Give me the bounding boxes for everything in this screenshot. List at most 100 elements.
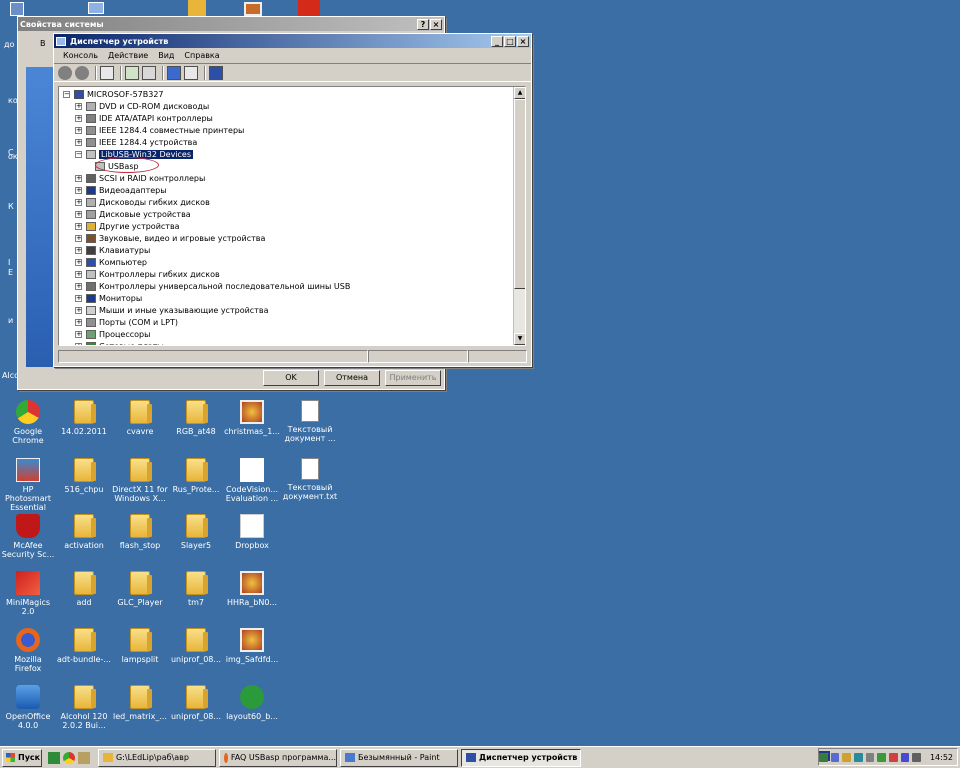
ok-button[interactable]: OK [263,370,319,386]
desktop-icon[interactable]: McAfee Security Sc... [0,514,56,559]
tree-root[interactable]: − MICROSOF-57B327 [63,88,525,100]
desktop-icon[interactable]: OpenOffice 4.0.0 [0,685,56,730]
expand-toggle[interactable]: + [75,186,82,194]
menu-action[interactable]: Действие [103,51,153,60]
expand-toggle[interactable]: + [75,102,82,110]
tree-category-item[interactable]: + Компьютер [63,256,525,268]
desktop-icon[interactable]: img_Safdfd... [224,628,280,664]
collapse-toggle[interactable]: − [63,90,70,98]
tree-category-item[interactable]: + Звуковые, видео и игровые устройства [63,232,525,244]
device-tree[interactable]: − MICROSOF-57B327 + DVD и CD-ROM дисководы +… [58,86,526,346]
desktop-icon[interactable]: Google Chrome [0,400,56,445]
desktop-icon[interactable]: lampsplit [112,628,168,664]
desktop-icon[interactable]: MiniMagics 2.0 [0,571,56,616]
tree-category-item[interactable]: + SCSI и RAID контроллеры [63,172,525,184]
expand-toggle[interactable]: + [75,258,82,266]
tree-category-item[interactable]: + Дисководы гибких дисков [63,196,525,208]
desktop-icon[interactable]: CodeVision... Evaluation ... [224,458,280,503]
desktop-icon[interactable]: uniprof_08... [168,628,224,664]
tree-category-item[interactable]: + Контроллеры гибких дисков [63,268,525,280]
desktop-icon[interactable]: HP Photosmart Essential [0,458,56,512]
tree-category-item[interactable]: + Процессоры [63,328,525,340]
tray-icon[interactable] [865,752,875,762]
desktop-icon[interactable]: cvavre [112,400,168,436]
tree-category-item[interactable]: + DVD и CD-ROM дисководы [63,100,525,112]
tray-icon[interactable] [877,752,886,762]
desktop-icon[interactable]: Dropbox [224,514,280,550]
tree-category-item[interactable]: + IEEE 1284.4 устройства [63,136,525,148]
back-icon[interactable] [58,65,72,80]
vertical-scrollbar[interactable]: ▲ ▼ [513,87,525,345]
expand-toggle[interactable]: + [75,138,82,146]
expand-toggle[interactable]: + [75,222,82,230]
desktop-icon[interactable]: 516_chpu [56,458,112,494]
scan-hardware-icon[interactable] [209,65,223,80]
desktop-icon[interactable]: DirectX 11 for Windows X... [112,458,168,503]
close-button[interactable]: × [517,35,529,47]
expand-toggle[interactable]: + [75,318,82,326]
quicklaunch-icon[interactable] [48,751,60,764]
expand-toggle[interactable]: + [75,282,82,290]
tree-category-item[interactable]: + Порты (COM и LPT) [63,316,525,328]
properties-icon[interactable] [125,65,139,80]
minimize-button[interactable]: _ [491,35,503,47]
help-button[interactable]: ? [417,18,429,30]
expand-toggle[interactable]: + [75,126,82,134]
top-edge-image-icon[interactable] [244,2,262,16]
expand-toggle[interactable]: + [75,174,82,182]
tree-category-item[interactable]: + Клавиатуры [63,244,525,256]
task-explorer[interactable]: G:\LEdLip\раб\авр [98,748,216,767]
expand-toggle[interactable]: + [75,306,82,314]
top-edge-monitor-icon[interactable] [88,2,104,14]
desktop-icon[interactable]: flash_stop [112,514,168,550]
desktop-icon[interactable]: 14.02.2011 [56,400,112,436]
scroll-thumb[interactable] [514,99,525,289]
tree-category-item[interactable]: + Мониторы [63,292,525,304]
details-icon[interactable] [184,65,198,80]
expand-toggle[interactable]: + [75,246,82,254]
top-edge-icon[interactable] [10,2,24,16]
desktop-icon[interactable]: Текстовый документ.txt [282,458,338,501]
expand-toggle[interactable]: + [75,342,82,345]
expand-toggle[interactable]: + [75,114,82,122]
task-browser[interactable]: FAQ USBasp программа... [219,748,337,767]
expand-toggle[interactable]: + [75,198,82,206]
tree-category-item[interactable]: + IDE ATA/ATAPI контроллеры [63,112,525,124]
expand-toggle[interactable]: + [75,210,82,218]
desktop-icon[interactable]: Slayer5 [168,514,224,550]
system-properties-tab[interactable]: В [40,39,46,48]
forward-icon[interactable] [75,65,89,80]
scroll-up-button[interactable]: ▲ [514,87,525,99]
apply-button[interactable]: Применить [385,370,441,386]
menu-view[interactable]: Вид [153,51,179,60]
tray-icon[interactable] [900,752,910,762]
desktop-icon[interactable]: uniprof_08... [168,685,224,721]
tree-category-item[interactable]: + Мыши и иные указывающие устройства [63,304,525,316]
expand-toggle[interactable]: + [75,294,82,302]
desktop-icon[interactable]: GLC_Player [112,571,168,607]
expand-toggle[interactable]: + [75,330,82,338]
desktop-icon[interactable]: Mozilla Firefox [0,628,56,673]
close-button[interactable]: × [430,18,442,30]
expand-toggle[interactable]: + [75,234,82,242]
quicklaunch-chrome-icon[interactable] [63,751,75,764]
scroll-down-button[interactable]: ▼ [514,333,525,345]
tray-icon[interactable] [854,752,863,762]
help-icon[interactable] [167,65,181,80]
clock[interactable]: 14:52 [930,753,953,762]
desktop-icon[interactable]: adt-bundle-... [56,628,112,664]
tray-icon[interactable] [830,752,840,762]
tray-icon[interactable] [819,752,828,762]
tray-icon[interactable] [842,752,851,762]
task-paint[interactable]: Безымянный - Paint [340,748,458,767]
desktop-icon[interactable]: HHRa_bN0... [224,571,280,607]
desktop-icon[interactable]: activation [56,514,112,550]
start-button[interactable]: Пуск [2,748,42,767]
expand-toggle[interactable]: − [75,150,82,158]
print-icon[interactable] [142,65,156,80]
menu-help[interactable]: Справка [179,51,224,60]
tree-category-item[interactable]: + Сетевые платы [63,340,525,345]
desktop-icon[interactable]: christmas_1... [224,400,280,436]
quicklaunch-icon[interactable] [78,751,90,764]
menu-console[interactable]: Консоль [58,51,103,60]
